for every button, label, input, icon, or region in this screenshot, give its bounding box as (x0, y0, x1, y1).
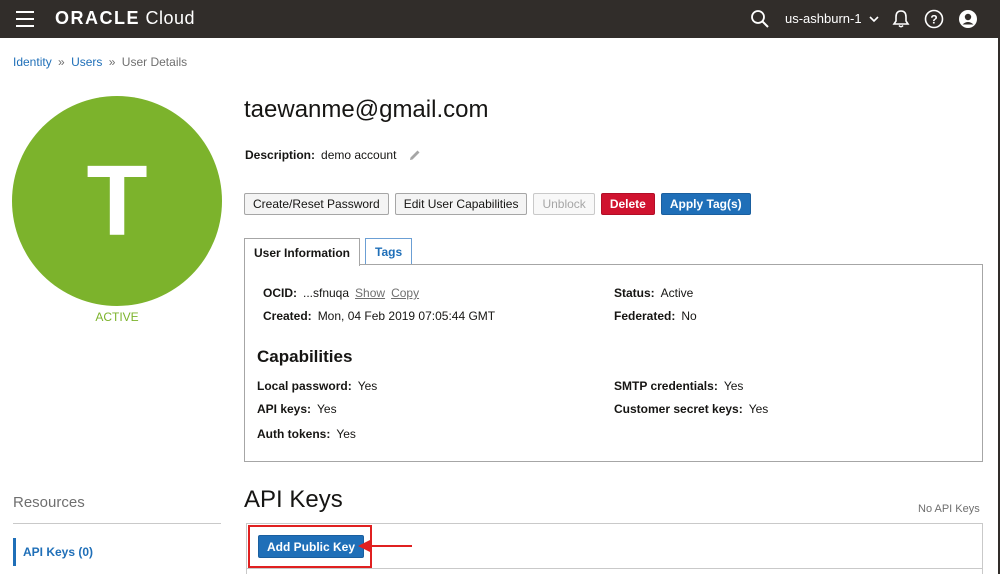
status-label: Status: (614, 286, 655, 300)
description-label: Description: (245, 148, 316, 162)
status-row: Status: Active (614, 286, 693, 300)
api-keys-capability-row: API keys: Yes (257, 402, 337, 416)
user-avatar: T (12, 96, 222, 306)
breadcrumb: Identity » Users » User Details (13, 55, 187, 69)
oracle-cloud-logo[interactable]: ORACLE Cloud (55, 8, 195, 29)
user-profile-icon[interactable] (956, 7, 980, 31)
smtp-credentials-label: SMTP credentials: (614, 379, 718, 393)
breadcrumb-identity[interactable]: Identity (13, 55, 52, 69)
auth-tokens-row: Auth tokens: Yes (257, 427, 356, 441)
brand-oracle: ORACLE (55, 8, 140, 28)
breadcrumb-separator: » (58, 55, 65, 69)
edit-user-capabilities-button[interactable]: Edit User Capabilities (394, 193, 528, 215)
region-label: us-ashburn-1 (785, 11, 862, 26)
ocid-value: ...sfnuqa (303, 286, 350, 300)
breadcrumb-separator: » (108, 55, 116, 69)
svg-text:?: ? (930, 13, 937, 27)
smtp-credentials-value: Yes (723, 379, 744, 393)
api-keys-empty-text: No API Keys (918, 503, 980, 515)
breadcrumb-users[interactable]: Users (71, 55, 102, 69)
resource-item-api-keys[interactable]: API Keys (0) (13, 538, 221, 566)
description-row: Description: demo account (245, 148, 422, 162)
created-value: Mon, 04 Feb 2019 07:05:44 GMT (317, 309, 496, 323)
auth-tokens-value: Yes (336, 427, 356, 441)
user-state-label: ACTIVE (95, 310, 139, 324)
customer-secret-keys-row: Customer secret keys: Yes (614, 402, 768, 416)
bell-icon[interactable] (889, 7, 913, 31)
customer-secret-keys-value: Yes (748, 402, 769, 416)
api-keys-table-divider (246, 568, 983, 569)
capabilities-heading: Capabilities (257, 347, 353, 366)
resources-heading: Resources (13, 494, 85, 511)
api-keys-capability-value: Yes (317, 402, 337, 416)
smtp-credentials-row: SMTP credentials: Yes (614, 379, 743, 393)
create-reset-password-button[interactable]: Create/Reset Password (244, 193, 389, 215)
customer-secret-keys-label: Customer secret keys: (614, 402, 743, 416)
api-keys-heading: API Keys (244, 486, 343, 513)
description-value: demo account (321, 148, 397, 162)
page-title: taewanme@gmail.com (244, 96, 489, 123)
local-password-value: Yes (357, 379, 378, 393)
brand-cloud: Cloud (140, 8, 196, 28)
unblock-button[interactable]: Unblock (533, 193, 595, 215)
hamburger-menu-icon[interactable] (16, 11, 34, 27)
apply-tags-button[interactable]: Apply Tag(s) (660, 193, 751, 215)
delete-button[interactable]: Delete (600, 193, 655, 215)
arrow-left-icon (358, 539, 412, 553)
pencil-icon[interactable] (408, 148, 422, 162)
region-selector[interactable]: us-ashburn-1 (785, 11, 879, 26)
tab-user-information[interactable]: User Information (244, 238, 361, 266)
resources-divider (13, 523, 221, 524)
federated-value: No (681, 309, 697, 323)
local-password-row: Local password: Yes (257, 379, 377, 393)
chevron-down-icon (869, 16, 879, 23)
action-button-row: Create/Reset Password Edit User Capabili… (244, 193, 751, 215)
help-icon[interactable]: ? (922, 7, 946, 31)
avatar-letter: T (86, 145, 148, 257)
auth-tokens-label: Auth tokens: (257, 427, 331, 441)
status-value: Active (660, 286, 694, 300)
ocid-label: OCID: (263, 286, 297, 300)
breadcrumb-user-details: User Details (121, 55, 188, 69)
ocid-copy-link[interactable]: Copy (391, 286, 419, 300)
federated-row: Federated: No (614, 309, 697, 323)
add-public-key-button[interactable]: Add Public Key (258, 535, 365, 558)
tab-tags[interactable]: Tags (365, 238, 413, 265)
local-password-label: Local password: (257, 379, 352, 393)
federated-label: Federated: (614, 309, 676, 323)
created-row: Created: Mon, 04 Feb 2019 07:05:44 GMT (263, 309, 495, 323)
top-navigation-bar: ORACLE Cloud us-ashburn-1 ? (0, 0, 1000, 38)
ocid-show-link[interactable]: Show (355, 286, 385, 300)
created-label: Created: (263, 309, 312, 323)
ocid-row: OCID: ...sfnuqa Show Copy (263, 286, 419, 300)
api-keys-capability-label: API keys: (257, 402, 312, 416)
user-information-panel: OCID: ...sfnuqa Show Copy Created: Mon, 04 F… (244, 264, 983, 462)
search-icon[interactable] (748, 7, 772, 31)
